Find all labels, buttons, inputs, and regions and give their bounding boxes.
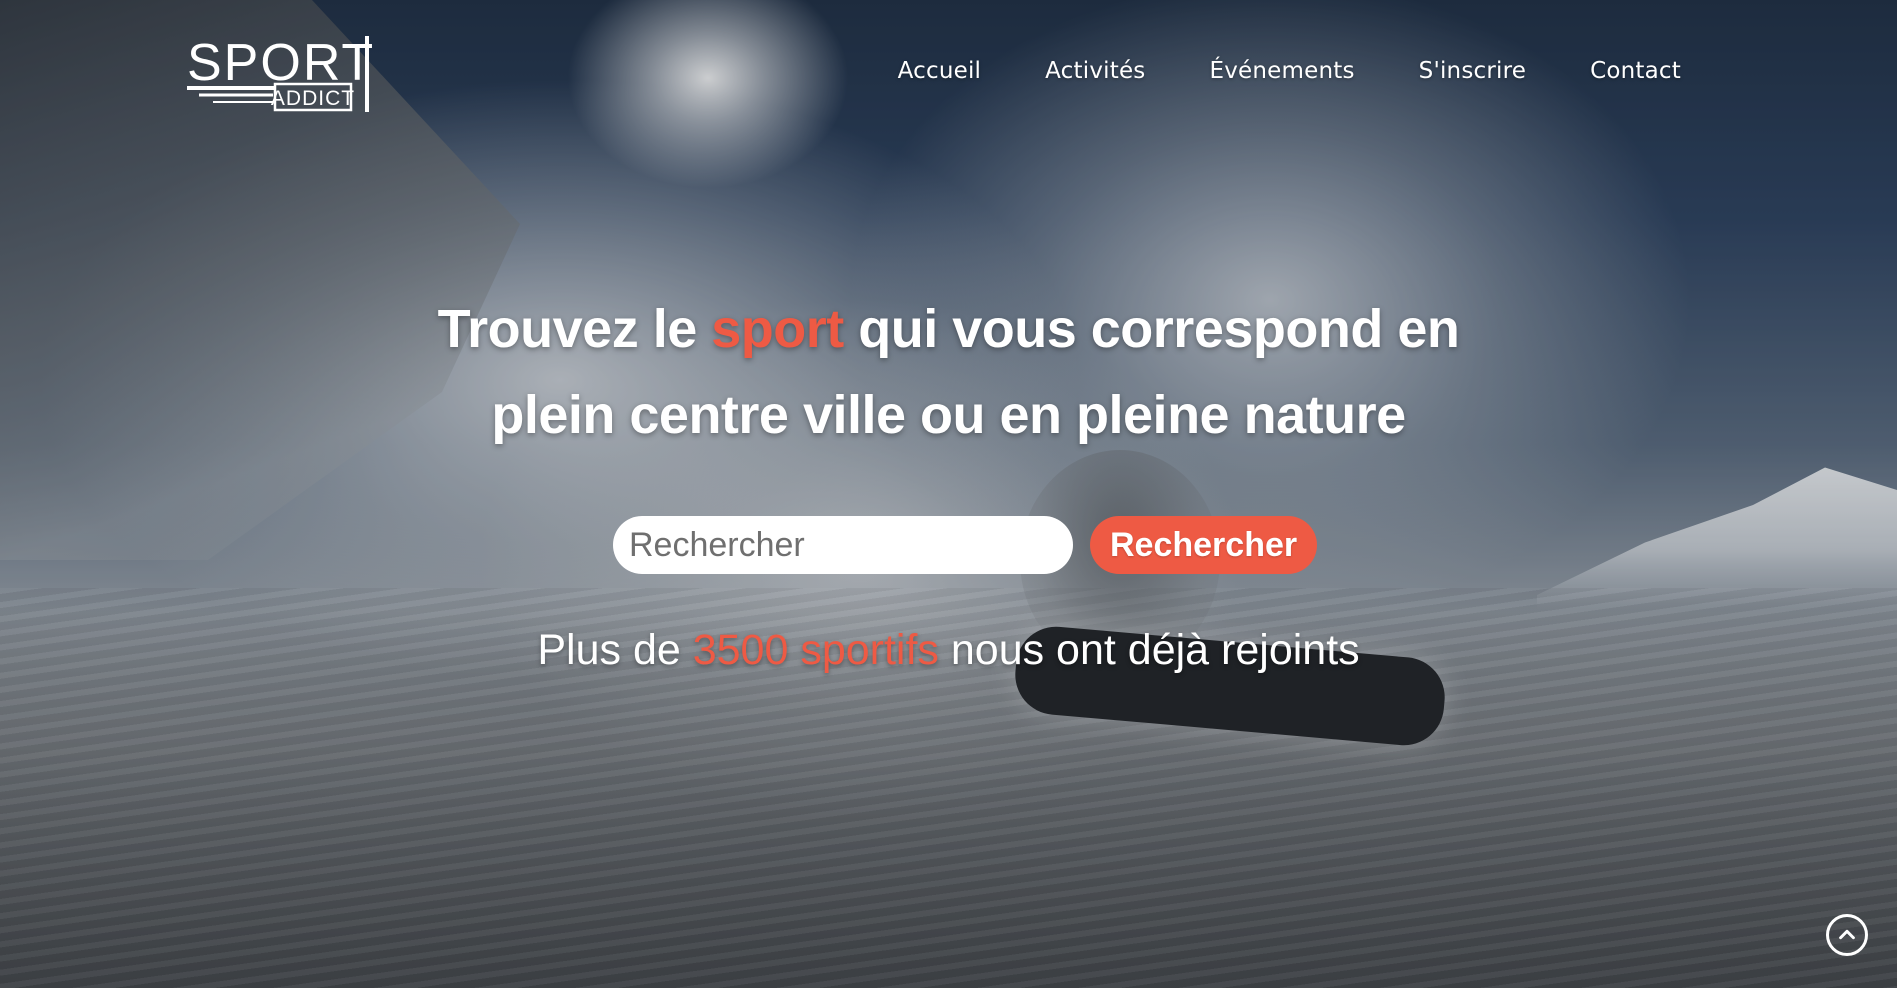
search-input[interactable]: [613, 516, 1073, 574]
logo-tag: ADDICT: [271, 87, 355, 110]
stats-suffix: nous ont déjà rejoints: [938, 626, 1360, 674]
scroll-top-button[interactable]: [1826, 914, 1868, 956]
stats-count: 3500 sportifs: [692, 626, 939, 674]
nav-item-accueil[interactable]: Accueil: [898, 58, 982, 84]
headline-line-2: plein centre ville ou en pleine nature: [491, 385, 1406, 445]
headline-part-2: qui vous correspond en: [843, 299, 1460, 359]
logo-mark: SPORT ADDICT: [187, 34, 373, 112]
headline-accent: sport: [711, 299, 844, 359]
nav-item-inscrire[interactable]: S'inscrire: [1419, 58, 1526, 84]
headline-part-1: Trouvez le: [437, 299, 712, 359]
site-logo[interactable]: SPORT ADDICT: [187, 32, 382, 122]
members-stat: Plus de 3500 sportifs nous ont déjà rejo…: [0, 626, 1897, 675]
nav-item-activites[interactable]: Activités: [1045, 58, 1145, 84]
main-nav: Accueil Activités Événements S'inscrire …: [898, 58, 1681, 84]
nav-item-contact[interactable]: Contact: [1590, 58, 1681, 84]
chevron-up-icon: [1839, 929, 1855, 940]
nav-item-evenements[interactable]: Événements: [1209, 58, 1354, 84]
stats-prefix: Plus de: [537, 626, 693, 674]
hero-headline: Trouvez le sport qui vous correspond en …: [0, 286, 1897, 458]
background-overlay: [0, 0, 1897, 988]
search-bar: Rechercher: [613, 516, 1318, 574]
search-button[interactable]: Rechercher: [1090, 516, 1318, 574]
